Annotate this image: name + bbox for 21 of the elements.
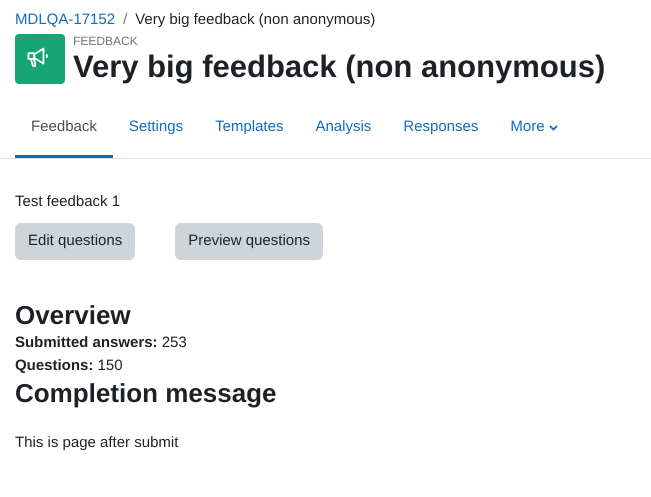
page-title: Very big feedback (non anonymous) [73,48,606,86]
nav-tab[interactable]: Settings [112,100,200,158]
chevron-down-icon [548,124,558,130]
section-heading: Overview [15,299,132,331]
nav-tab[interactable]: Responses [387,100,494,158]
breadcrumb-link[interactable]: MDLQA-17152 [15,8,116,32]
nav-tab[interactable]: Templates [199,100,300,158]
feedback-megaphone-icon [15,34,65,84]
module-label: FEEDBACK [73,34,139,48]
intro-text: Test feedback 1 [15,192,122,212]
nav-tab[interactable]: More [494,100,574,158]
section-heading: Completion message [15,377,278,409]
stat-line: Submitted answers: 253 [15,333,188,353]
nav-tab[interactable]: Analysis [299,100,388,158]
breadcrumb-separator: / [123,10,128,30]
breadcrumb-current: Very big feedback (non anonymous) [135,10,376,30]
stat-line: Questions: 150 [15,356,124,376]
action-button[interactable]: Preview questions [175,223,323,260]
nav-tab[interactable]: Feedback [15,100,113,158]
completion-text: This is page after submit [15,433,180,453]
action-button[interactable]: Edit questions [15,223,136,260]
